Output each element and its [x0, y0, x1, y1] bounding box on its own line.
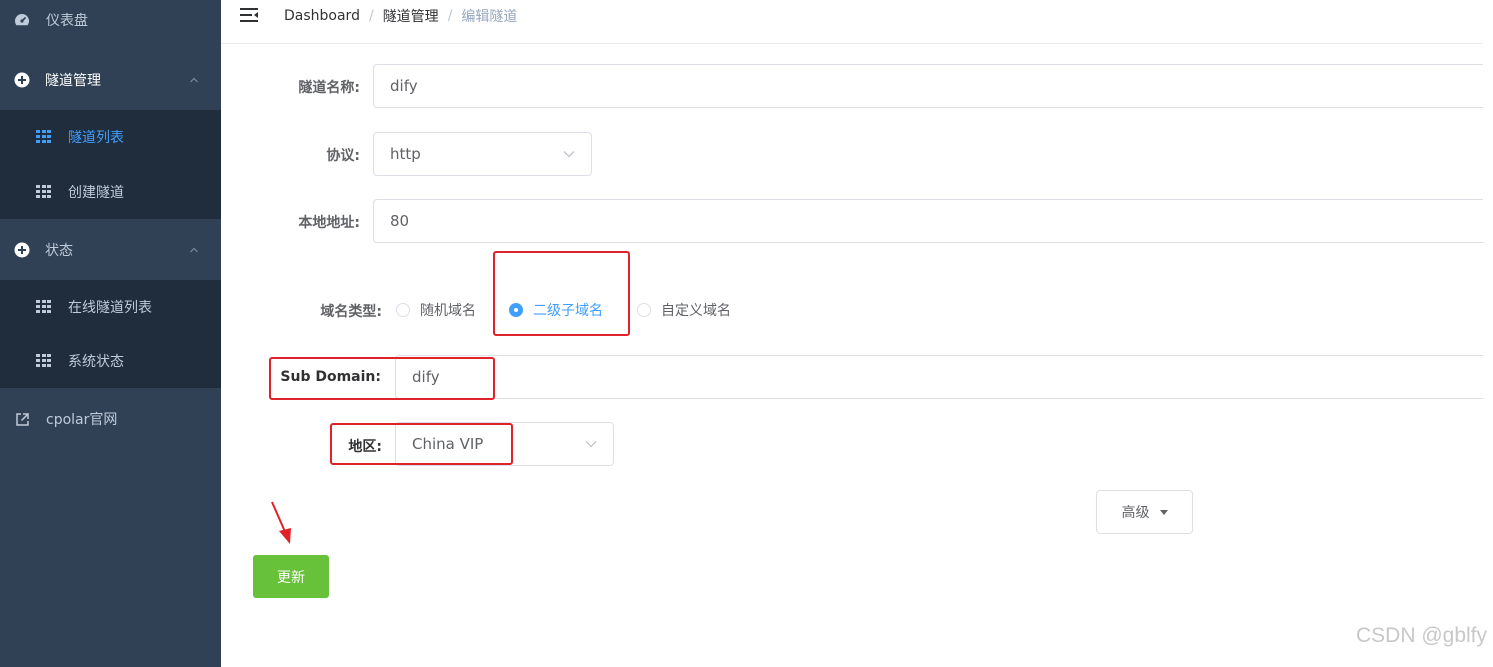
sidebar-item-tunnel-list[interactable]: 隧道列表	[0, 110, 221, 164]
local-address-value: 80	[390, 212, 410, 230]
tunnel-name-value: dify	[390, 77, 418, 95]
menu-label-dashboard: 仪表盘	[46, 13, 88, 29]
sidebar-item-online-tunnels[interactable]: 在线隧道列表	[0, 280, 221, 334]
breadcrumb-separator: /	[368, 8, 374, 24]
external-link-icon	[14, 411, 30, 427]
radio-subdomain[interactable]: 二级子域名	[509, 300, 603, 320]
grid-icon	[36, 130, 52, 144]
tunnel-name-input[interactable]: dify	[373, 64, 1483, 108]
radio-circle-checked	[509, 303, 523, 317]
chevron-down-icon	[563, 151, 575, 158]
domain-type-radio-group: 随机域名 二级子域名 自定义域名	[396, 300, 731, 320]
radio-label-random-domain: 随机域名	[420, 303, 476, 319]
region-label: 地区:	[348, 439, 382, 455]
watermark: CSDN @gblfy	[1355, 624, 1487, 647]
advanced-button-label: 高级	[1121, 505, 1150, 521]
caret-down-icon	[1159, 509, 1168, 515]
menu-item-dashboard[interactable]: 仪表盘	[0, 0, 221, 48]
sidebar-item-label: 隧道列表	[68, 130, 124, 146]
circle-plus-icon	[14, 242, 30, 258]
region-value: China VIP	[412, 435, 484, 453]
breadcrumb-separator: /	[447, 8, 453, 24]
region-select[interactable]: China VIP	[395, 422, 614, 466]
update-button[interactable]: 更新	[253, 555, 329, 598]
circle-plus-icon	[14, 72, 30, 88]
radio-custom-domain[interactable]: 自定义域名	[637, 300, 731, 320]
gauge-icon	[14, 12, 30, 28]
chevron-up-icon	[190, 247, 198, 253]
sidebar-item-label: 系统状态	[68, 354, 124, 370]
local-address-label: 本地地址:	[298, 215, 360, 231]
menu-item-status[interactable]: 状态	[0, 222, 221, 278]
top-header: Dashboard / 隧道管理 / 编辑隧道	[221, 0, 1483, 44]
sidebar-item-label: 在线隧道列表	[68, 300, 152, 316]
grid-icon	[36, 300, 52, 314]
breadcrumb-item-tunnel-management[interactable]: 隧道管理	[383, 6, 439, 26]
sub-domain-input[interactable]: dify	[395, 355, 1483, 399]
breadcrumb-item-edit-tunnel: 编辑隧道	[461, 9, 518, 25]
protocol-value: http	[390, 145, 421, 163]
breadcrumb-item-dashboard[interactable]: Dashboard	[284, 8, 360, 24]
menu-label-tunnel-management: 隧道管理	[45, 73, 101, 89]
protocol-select[interactable]: http	[373, 132, 592, 176]
protocol-label: 协议:	[326, 148, 360, 164]
sidebar: 仪表盘 隧道管理 隧道列表 创建隧道 状态 在线隧道列表 系统状态 cpolar…	[0, 0, 221, 667]
radio-label-custom-domain: 自定义域名	[661, 303, 731, 319]
radio-random-domain[interactable]: 随机域名	[396, 300, 476, 320]
hamburger-icon[interactable]	[240, 8, 258, 24]
radio-circle	[396, 303, 410, 317]
sidebar-item-system-status[interactable]: 系统状态	[0, 334, 221, 388]
radio-label-subdomain: 二级子域名	[533, 303, 603, 319]
submenu-tunnel-management: 隧道列表 创建隧道	[0, 110, 221, 219]
tunnel-name-label: 隧道名称:	[298, 80, 360, 96]
menu-label-cpolar-site: cpolar官网	[46, 412, 118, 428]
menu-item-cpolar-site[interactable]: cpolar官网	[0, 391, 221, 447]
sub-domain-value: dify	[412, 368, 440, 386]
grid-icon	[36, 185, 52, 199]
sub-domain-label: Sub Domain:	[280, 369, 381, 385]
sidebar-item-label: 创建隧道	[68, 185, 124, 201]
submenu-status: 在线隧道列表 系统状态	[0, 280, 221, 388]
annotation-box-subdomain-radio	[493, 251, 630, 336]
menu-item-tunnel-management[interactable]: 隧道管理	[0, 52, 221, 108]
breadcrumb: Dashboard / 隧道管理 / 编辑隧道	[284, 6, 517, 26]
grid-icon	[36, 354, 52, 368]
update-button-label: 更新	[277, 569, 305, 586]
local-address-input[interactable]: 80	[373, 199, 1483, 243]
sidebar-item-create-tunnel[interactable]: 创建隧道	[0, 165, 221, 219]
chevron-down-icon	[585, 441, 597, 448]
annotation-arrow-icon	[271, 501, 291, 544]
chevron-up-icon	[190, 77, 198, 83]
radio-circle	[637, 303, 651, 317]
advanced-dropdown-button[interactable]: 高级	[1096, 490, 1193, 534]
menu-label-status: 状态	[45, 243, 73, 259]
domain-type-label: 域名类型:	[320, 304, 382, 320]
